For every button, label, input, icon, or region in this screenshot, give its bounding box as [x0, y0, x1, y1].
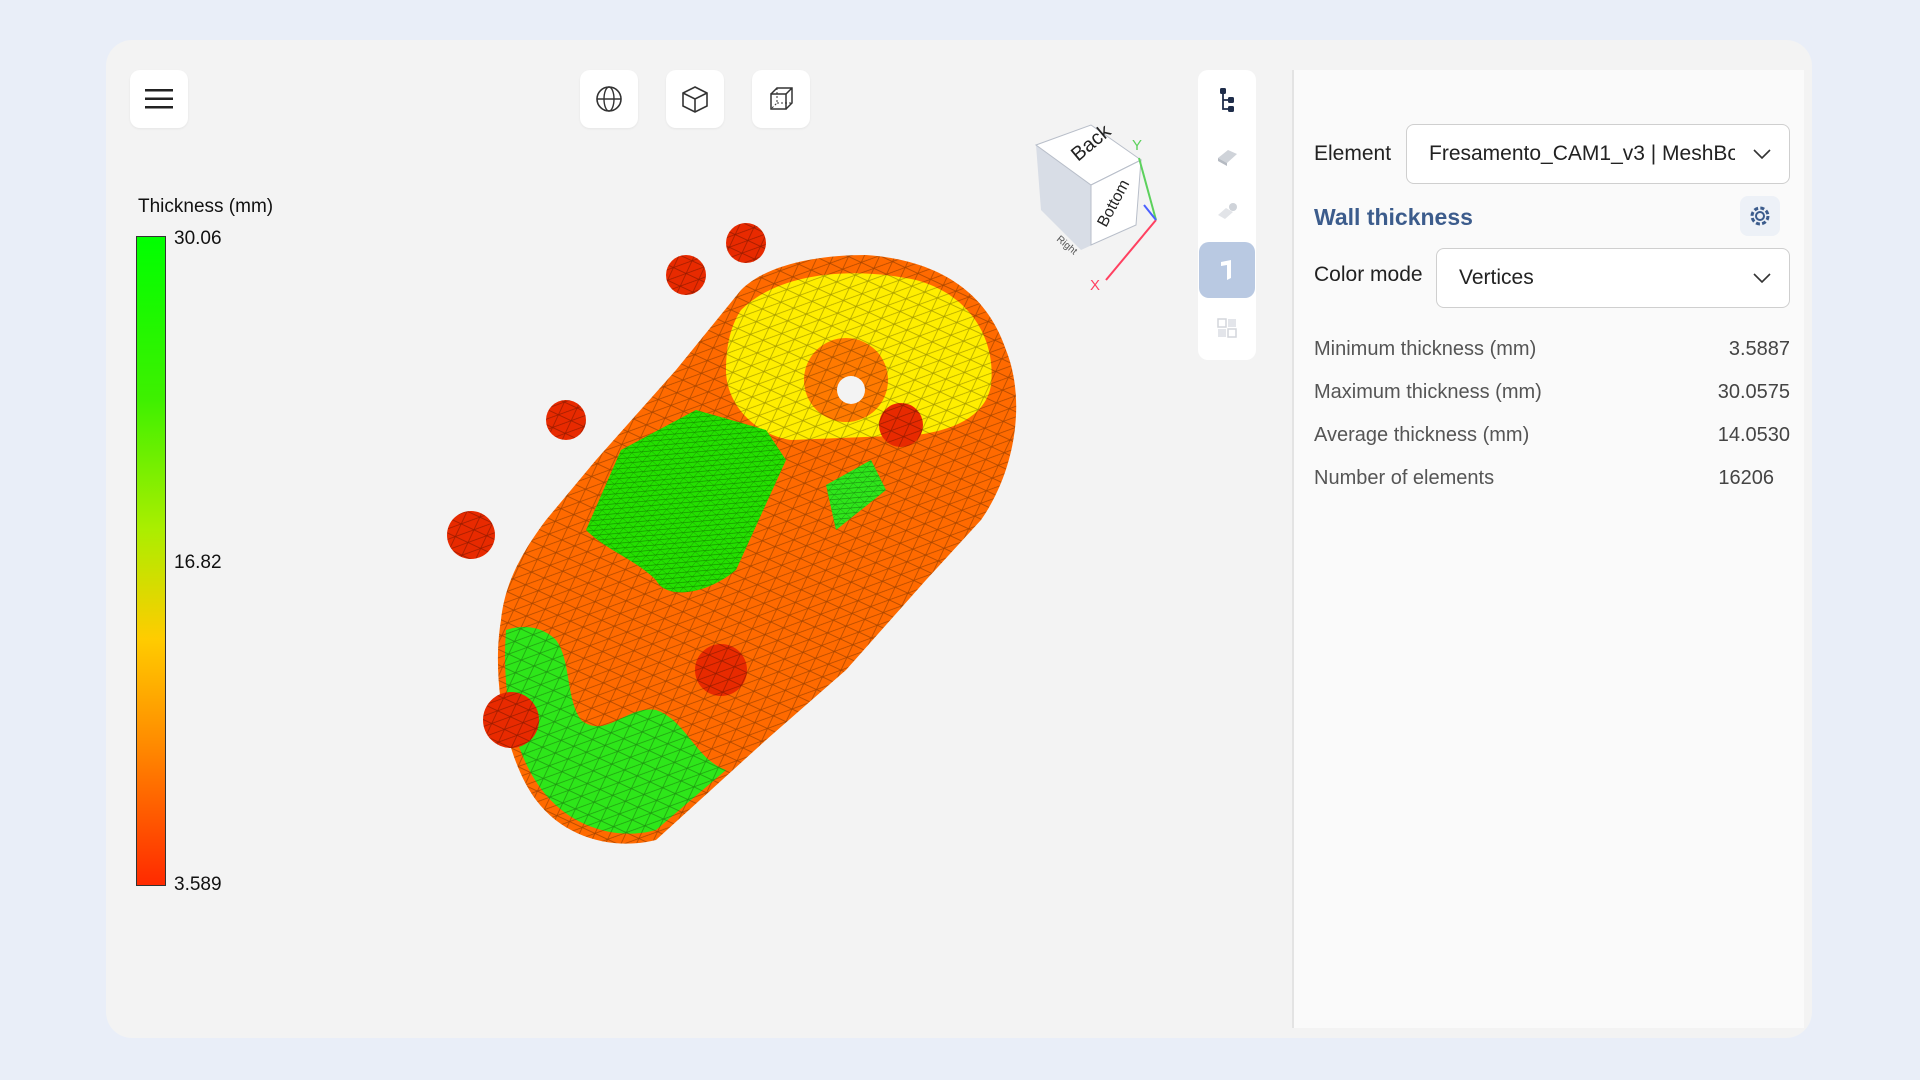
axis-y-label: Y [1132, 137, 1142, 154]
globe-view-button[interactable] [580, 70, 638, 128]
stat-label: Average thickness (mm) [1314, 424, 1530, 446]
stat-row-average: Average thickness (mm) 14.0530 [1314, 424, 1790, 447]
hamburger-menu-icon [145, 89, 173, 109]
gear-icon [1750, 206, 1770, 226]
stat-label: Number of elements [1314, 467, 1495, 489]
color-mode-select[interactable]: Vertices [1436, 248, 1790, 308]
stat-row-elements: Number of elements 16206 [1314, 467, 1790, 490]
properties-panel: Element Fresamento_CAM1_v3 | MeshBody Wa… [1292, 70, 1804, 1028]
section-title: Wall thickness [1314, 204, 1473, 230]
legend-max-label: 30.06 [174, 228, 222, 249]
shaded-part-icon [1218, 150, 1237, 166]
view-cube[interactable]: Back Bottom Right X Y [1026, 110, 1196, 290]
element-select[interactable]: Fresamento_CAM1_v3 | MeshBody [1406, 124, 1790, 184]
legend-title: Thickness (mm) [138, 196, 274, 217]
part-transparency-button[interactable] [1198, 184, 1256, 240]
stat-value: 16206 [1718, 467, 1774, 489]
legend-mid-label: 16.82 [174, 552, 222, 573]
stat-row-max: Maximum thickness (mm) 30.0575 [1314, 381, 1790, 404]
shaded-part-button[interactable] [1198, 128, 1256, 184]
color-mode-label: Color mode [1314, 263, 1423, 286]
color-scale-bar [136, 236, 166, 886]
grid-tiles-button[interactable] [1198, 300, 1256, 356]
stat-value: 14.0530 [1717, 424, 1790, 446]
element-label: Element [1314, 142, 1392, 165]
thickness-mesh-model[interactable] [396, 200, 1156, 960]
chevron-down-icon [1753, 149, 1771, 159]
settings-button[interactable] [1740, 196, 1780, 236]
solid-cube-icon [682, 86, 708, 113]
globe-view-icon [596, 86, 622, 112]
axis-x-label: X [1090, 277, 1100, 290]
solid-view-button[interactable] [666, 70, 724, 128]
tree-structure-icon [1220, 88, 1234, 112]
stat-label: Maximum thickness (mm) [1314, 381, 1542, 403]
part-transparency-icon [1218, 203, 1237, 219]
stat-value: 3.5887 [1728, 338, 1790, 360]
app-window: Thickness (mm) 30.06 16.82 3.589 Back Bo… [106, 40, 1812, 1038]
menu-button[interactable] [130, 70, 188, 128]
section-cut-icon [1221, 260, 1231, 280]
element-select-value: Fresamento_CAM1_v3 | MeshBody [1429, 142, 1735, 165]
color-mode-value: Vertices [1459, 266, 1534, 289]
stat-value: 30.0575 [1717, 381, 1790, 403]
grid-tiles-icon [1217, 318, 1237, 338]
chevron-down-icon [1753, 273, 1771, 283]
wireframe-view-button[interactable] [752, 70, 810, 128]
wireframe-cube-icon [770, 87, 793, 110]
legend-min-label: 3.589 [174, 874, 222, 895]
tree-structure-button[interactable] [1198, 72, 1256, 128]
stat-label: Minimum thickness (mm) [1314, 338, 1537, 360]
side-tool-rail [1198, 70, 1256, 360]
stat-row-min: Minimum thickness (mm) 3.5887 [1314, 338, 1790, 361]
section-cut-button[interactable] [1199, 242, 1255, 298]
